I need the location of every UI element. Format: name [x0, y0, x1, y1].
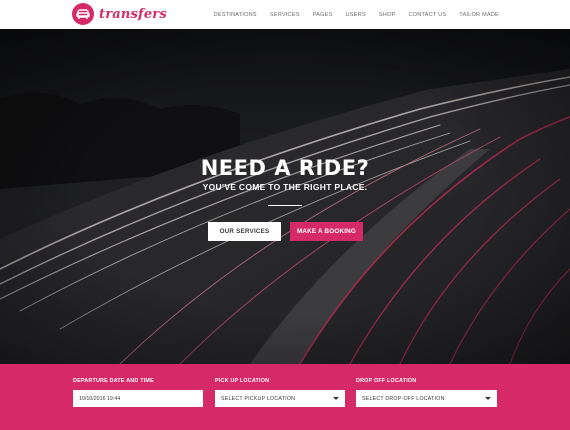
brand-name: transfers — [99, 6, 167, 22]
site-header: transfers Destinations Services Pages Us… — [0, 0, 570, 29]
brand-logo[interactable]: transfers — [72, 3, 167, 25]
nav-destinations[interactable]: Destinations — [214, 12, 257, 18]
nav-contact-us[interactable]: Contact us — [408, 12, 446, 18]
hero-divider — [268, 205, 302, 206]
hero-title: NEED A RIDE? — [200, 156, 370, 180]
dropoff-location-select[interactable]: Select drop-off location — [356, 390, 497, 407]
departure-label: DEPARTURE DATE AND TIME — [73, 378, 154, 384]
hero-subtitle: YOU'VE COME TO THE RIGHT PLACE. — [202, 182, 368, 192]
booking-form: DEPARTURE DATE AND TIME 10/10/2016 19:44… — [0, 364, 570, 430]
dropoff-label: DROP OFF LOCATION — [356, 378, 417, 384]
pickup-label: PICK UP LOCATION — [215, 378, 270, 384]
nav-shop[interactable]: Shop — [379, 12, 396, 18]
hero-background-image — [0, 29, 570, 364]
car-seat-icon — [72, 3, 94, 25]
departure-value: 10/10/2016 19:44 — [79, 395, 121, 402]
pickup-location-select[interactable]: Select pickup location — [215, 390, 345, 407]
main-nav: Destinations Services Pages Users Shop C… — [214, 0, 499, 29]
pickup-value: Select pickup location — [221, 395, 296, 402]
our-services-button[interactable]: OUR SERVICES — [208, 222, 281, 241]
chevron-down-icon — [333, 397, 339, 400]
nav-services[interactable]: Services — [270, 12, 300, 18]
nav-tailor-made[interactable]: Tailor made — [459, 12, 499, 18]
nav-users[interactable]: Users — [346, 12, 366, 18]
dropoff-value: Select drop-off location — [362, 395, 445, 402]
nav-pages[interactable]: Pages — [313, 12, 333, 18]
departure-datetime-input[interactable]: 10/10/2016 19:44 — [73, 390, 203, 407]
chevron-down-icon — [485, 397, 491, 400]
hero-section: NEED A RIDE? YOU'VE COME TO THE RIGHT PL… — [0, 29, 570, 364]
make-a-booking-button[interactable]: MAKE A BOOKING — [290, 222, 363, 241]
